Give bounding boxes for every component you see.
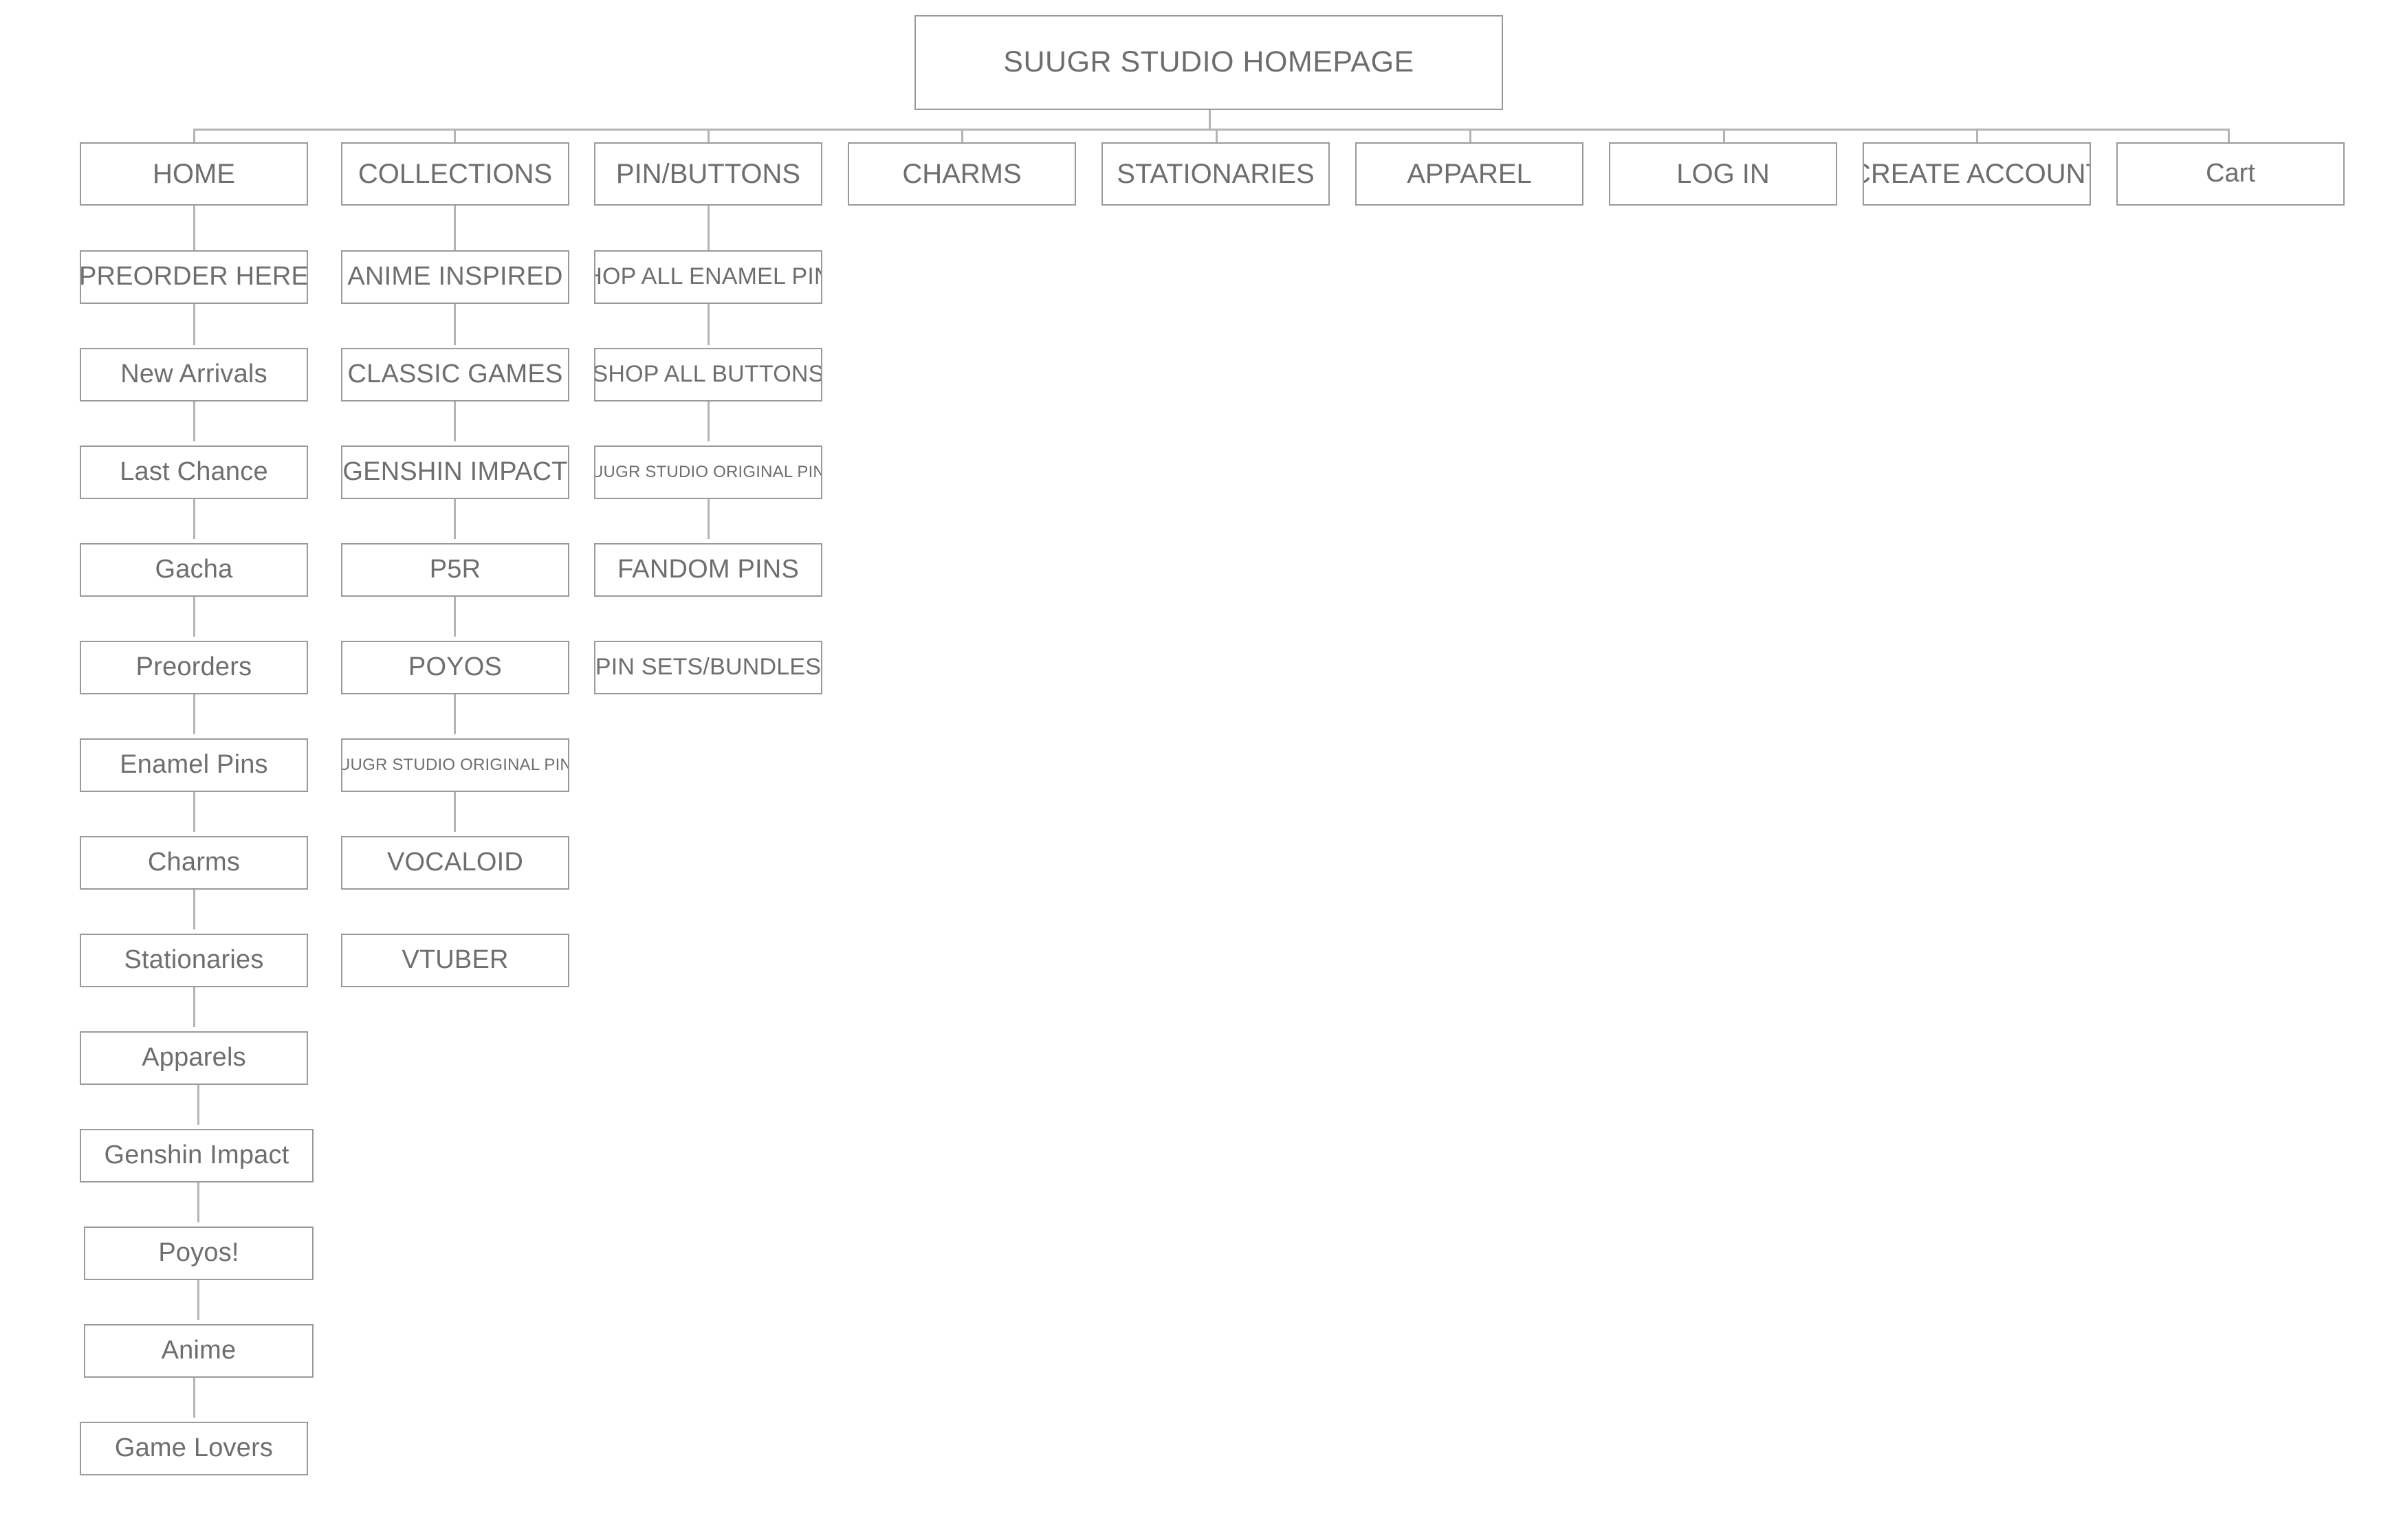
connector-drop-charms: [961, 129, 963, 144]
node-home-last-chance[interactable]: Last Chance: [80, 446, 308, 499]
connector-drop-apparel: [1469, 129, 1471, 144]
node-nav-charms[interactable]: CHARMS: [848, 142, 1076, 206]
node-root-homepage[interactable]: SUUGR STUDIO HOMEPAGE: [914, 15, 1503, 110]
node-collections-suugr-studio-original-pins[interactable]: SUUGR STUDIO ORIGINAL PINS: [341, 738, 569, 792]
connector-collections-7: [454, 792, 456, 832]
node-home-apparels[interactable]: Apparels: [80, 1031, 308, 1085]
node-home-poyos[interactable]: Poyos!: [84, 1226, 314, 1280]
node-home-charms[interactable]: Charms: [80, 836, 308, 890]
connector-root-stem: [1209, 110, 1211, 131]
connector-drop-cart: [2228, 129, 2230, 144]
connector-home-11: [197, 1182, 199, 1222]
node-nav-pin-buttons[interactable]: PIN/BUTTONS: [594, 142, 822, 206]
connector-home-8: [193, 890, 195, 930]
node-collections-classic-games[interactable]: CLASSIC GAMES: [341, 348, 569, 402]
node-nav-create-account[interactable]: CREATE ACCOUNT: [1863, 142, 2091, 206]
connector-home-2: [193, 304, 195, 345]
node-pin-shop-all-buttons[interactable]: SHOP ALL BUTTONS: [594, 348, 822, 402]
node-home-new-arrivals[interactable]: New Arrivals: [80, 348, 308, 402]
connector-home-9: [193, 987, 195, 1027]
connector-collections-1: [454, 206, 456, 250]
node-nav-home[interactable]: HOME: [80, 142, 308, 206]
connector-home-7: [193, 792, 195, 832]
connector-pin-3: [708, 402, 710, 441]
node-home-preorder-here[interactable]: PREORDER HERE: [80, 250, 308, 304]
node-nav-cart[interactable]: Cart: [2116, 142, 2345, 206]
node-nav-apparel[interactable]: APPAREL: [1355, 142, 1583, 206]
connector-pin-2: [708, 304, 710, 345]
connector-pin-1: [708, 206, 710, 250]
node-pin-sets-bundles[interactable]: PIN SETS/BUNDLES: [594, 641, 822, 694]
node-home-game-lovers[interactable]: Game Lovers: [80, 1422, 308, 1475]
node-home-anime[interactable]: Anime: [84, 1324, 314, 1378]
node-nav-stationaries[interactable]: STATIONARIES: [1101, 142, 1330, 206]
connector-drop-pin-buttons: [708, 129, 710, 144]
node-collections-anime-inspired[interactable]: ANIME INSPIRED: [341, 250, 569, 304]
node-pin-suugr-studio-original-pins[interactable]: SUUGR STUDIO ORIGINAL PINS: [594, 446, 822, 499]
connector-home-13: [193, 1378, 195, 1418]
connector-drop-create-account: [1976, 129, 1978, 144]
connector-pin-4: [708, 499, 710, 539]
node-home-preorders[interactable]: Preorders: [80, 641, 308, 694]
node-home-stationaries[interactable]: Stationaries: [80, 934, 308, 987]
connector-drop-collections: [454, 129, 456, 144]
node-collections-poyos[interactable]: POYOS: [341, 641, 569, 694]
connector-home-6: [193, 694, 195, 734]
node-nav-collections[interactable]: COLLECTIONS: [341, 142, 569, 206]
connector-home-12: [197, 1280, 199, 1320]
node-collections-vocaloid[interactable]: VOCALOID: [341, 836, 569, 890]
connector-nav-bus: [193, 129, 2229, 131]
node-collections-p5r[interactable]: P5R: [341, 543, 569, 597]
node-home-enamel-pins[interactable]: Enamel Pins: [80, 738, 308, 792]
connector-home-3: [193, 402, 195, 441]
node-home-gacha[interactable]: Gacha: [80, 543, 308, 597]
node-collections-genshin-impact[interactable]: GENSHIN IMPACT: [341, 446, 569, 499]
connector-collections-2: [454, 304, 456, 345]
node-pin-shop-all-enamel-pins[interactable]: SHOP ALL ENAMEL PINS: [594, 250, 822, 304]
connector-home-10: [197, 1085, 199, 1125]
node-nav-login[interactable]: LOG IN: [1609, 142, 1837, 206]
connector-collections-3: [454, 402, 456, 441]
connector-drop-home: [193, 129, 195, 144]
node-collections-vtuber[interactable]: VTUBER: [341, 934, 569, 987]
connector-collections-5: [454, 597, 456, 637]
connector-home-1: [193, 206, 195, 250]
node-pin-fandom-pins[interactable]: FANDOM PINS: [594, 543, 822, 597]
connector-collections-4: [454, 499, 456, 539]
connector-home-4: [193, 499, 195, 539]
connector-drop-stationaries: [1216, 129, 1218, 144]
node-home-genshin-impact[interactable]: Genshin Impact: [80, 1129, 314, 1182]
connector-collections-6: [454, 694, 456, 734]
connector-home-5: [193, 597, 195, 637]
connector-drop-login: [1723, 129, 1725, 144]
sitemap-canvas: SUUGR STUDIO HOMEPAGE HOME COLLECTIONS P…: [0, 0, 2390, 1540]
